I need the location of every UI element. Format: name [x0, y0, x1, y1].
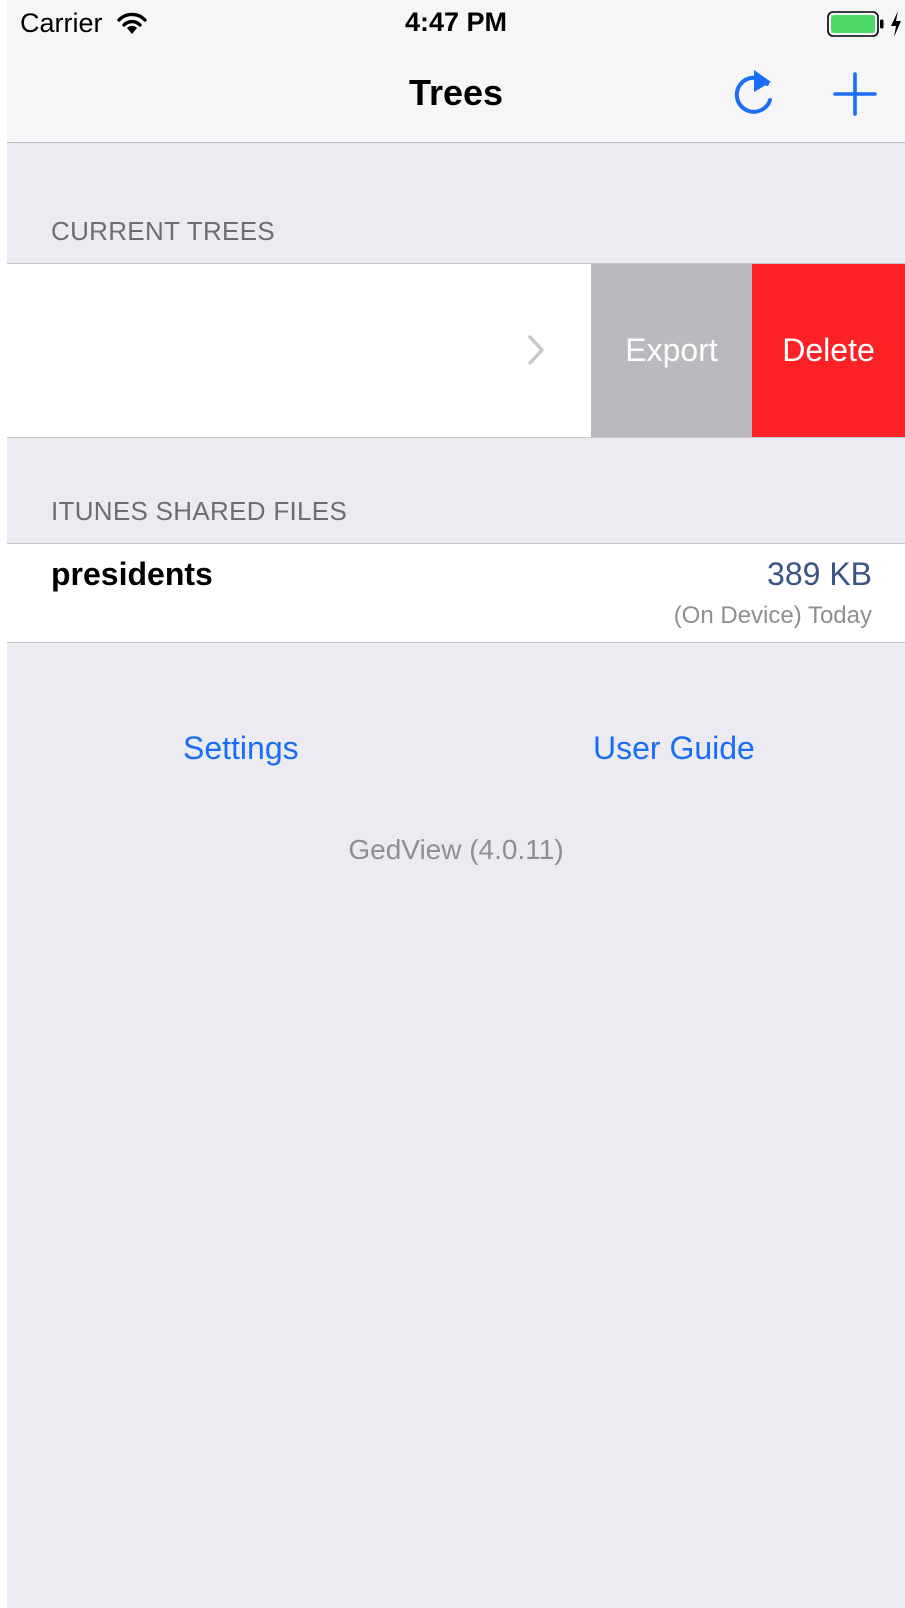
refresh-icon[interactable]	[727, 66, 779, 120]
file-location-date: (On Device) Today	[673, 602, 872, 629]
file-size: 389 KB	[767, 556, 872, 592]
app-version: GedView (4.0.11)	[348, 834, 564, 865]
navigation-bar: Carrier 4:47 PM Trees	[7, 0, 905, 143]
tree-row[interactable]: Export Delete	[7, 263, 905, 438]
current-trees-header: CURRENT TREES	[51, 216, 275, 246]
export-button-label: Export	[625, 332, 718, 368]
plus-icon[interactable]	[833, 72, 877, 116]
status-time: 4:47 PM	[404, 7, 508, 37]
shared-files-header: ITUNES SHARED FILES	[51, 496, 348, 526]
user-guide-link[interactable]: User Guide	[593, 730, 755, 767]
chevron-right-icon	[528, 335, 544, 365]
battery-full-icon	[827, 11, 884, 37]
delete-button[interactable]: Delete	[752, 264, 905, 437]
shared-file-row[interactable]: presidents 389 KB (On Device) Today	[7, 543, 905, 643]
charging-bolt-icon	[891, 11, 901, 37]
app-screen: Carrier 4:47 PM Trees CURRENT TREES Expo…	[7, 0, 905, 1608]
settings-link[interactable]: Settings	[183, 730, 299, 767]
delete-button-label: Delete	[782, 332, 875, 368]
file-name: presidents	[51, 556, 213, 592]
export-button[interactable]: Export	[591, 264, 752, 437]
